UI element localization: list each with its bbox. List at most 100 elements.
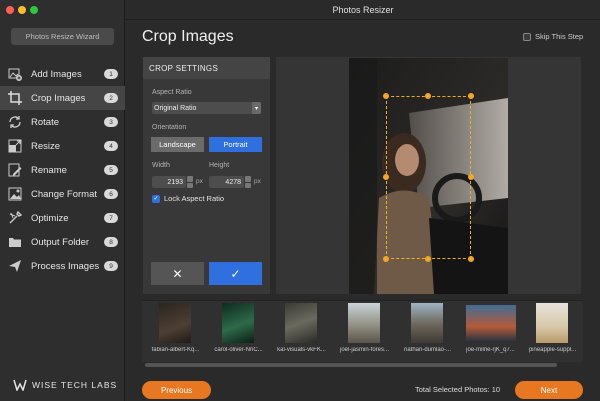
crop-selection-box[interactable] [386, 96, 471, 259]
chevron-down-icon: ▾ [252, 102, 261, 114]
previous-button[interactable]: Previous [142, 381, 211, 399]
sidebar-item-label: Add Images [31, 68, 82, 80]
total-selected-photos: Total Selected Photos: 10 [415, 385, 501, 394]
crop-handle-left[interactable] [383, 174, 389, 180]
thumbnail-item[interactable]: joe-milne-rjK_q7... [460, 303, 521, 357]
step-badge: 6 [104, 189, 118, 199]
thumbnail-caption: pineapple-suppl... [528, 347, 577, 353]
sidebar-item-change-format[interactable]: Change Format 6 [0, 182, 125, 206]
resize-icon [7, 138, 23, 154]
skip-step-toggle[interactable]: Skip This Step [523, 32, 583, 41]
rotate-icon [7, 114, 23, 130]
thumbnail-image [466, 305, 516, 341]
crop-handle-bottom-right[interactable] [468, 256, 474, 262]
thumbnail-item[interactable]: carol-oliver-NnC... [208, 303, 269, 357]
aspect-ratio-label: Aspect Ratio [152, 89, 192, 96]
step-badge: 3 [104, 117, 118, 127]
crop-handle-top-right[interactable] [468, 93, 474, 99]
thumbnail-image [159, 303, 191, 343]
crop-handle-top-left[interactable] [383, 93, 389, 99]
step-badge: 5 [104, 165, 118, 175]
sidebar-item-label: Change Format [31, 188, 98, 200]
crop-icon [7, 90, 23, 106]
height-label: Height [209, 162, 230, 169]
thumbnail-item[interactable]: kal-visuals-vkFK... [271, 303, 332, 357]
crop-handle-right[interactable] [468, 174, 474, 180]
thumbnail-image [285, 303, 317, 343]
thumbnail-image [348, 303, 380, 343]
skip-label: Skip This Step [535, 32, 584, 41]
height-unit: px [254, 178, 261, 185]
wizard-button[interactable]: Photos Resize Wizard [11, 28, 114, 45]
sidebar-item-label: Resize [31, 140, 61, 152]
thumbnail-scrollbar[interactable] [145, 363, 557, 367]
sidebar: Photos Resize Wizard Add Images 1 Crop I… [0, 0, 125, 401]
page-title: Crop Images [142, 28, 234, 45]
step-badge: 8 [104, 237, 118, 247]
sidebar-item-label: Crop Images [31, 92, 86, 104]
minimize-window-button[interactable] [18, 6, 26, 14]
thumbnail-item[interactable]: fabian-albert-Kq... [145, 303, 206, 357]
sidebar-item-output-folder[interactable]: Output Folder 8 [0, 230, 125, 254]
optimize-icon [7, 210, 23, 226]
width-label: Width [152, 162, 170, 169]
change-format-icon [7, 186, 23, 202]
company-logo: WISE TECH LABS [13, 379, 117, 391]
landscape-button[interactable]: Landscape [151, 137, 204, 152]
skip-checkbox[interactable] [523, 32, 531, 41]
sidebar-nav: Add Images 1 Crop Images 2 Rotate 3 Resi… [0, 62, 125, 278]
crop-handle-top[interactable] [425, 93, 431, 99]
rename-icon [7, 162, 23, 178]
window-controls [6, 6, 38, 14]
sidebar-item-label: Optimize [31, 212, 69, 224]
sidebar-item-resize[interactable]: Resize 4 [0, 134, 125, 158]
height-input[interactable]: 4278 [209, 176, 244, 188]
apply-crop-button[interactable]: ✓ [209, 262, 262, 285]
sidebar-item-label: Process Images [31, 260, 100, 272]
logo-text: WISE TECH LABS [32, 380, 118, 390]
sidebar-item-crop-images[interactable]: Crop Images 2 [0, 86, 125, 110]
orientation-label: Orientation [152, 124, 187, 131]
sidebar-item-label: Rotate [31, 116, 59, 128]
step-badge: 1 [104, 69, 118, 79]
sidebar-item-rotate[interactable]: Rotate 3 [0, 110, 125, 134]
thumbnail-item[interactable]: pineapple-suppl... [522, 303, 583, 357]
zoom-window-button[interactable] [30, 6, 38, 14]
step-badge: 4 [104, 141, 118, 151]
sidebar-item-label: Output Folder [31, 236, 90, 248]
close-icon: ✕ [172, 266, 183, 281]
sidebar-item-rename[interactable]: Rename 5 [0, 158, 125, 182]
sidebar-item-process-images[interactable]: Process Images 9 [0, 254, 125, 278]
width-input[interactable]: 2193 [152, 176, 186, 188]
sidebar-item-optimize[interactable]: Optimize 7 [0, 206, 125, 230]
thumbnail-caption: carol-oliver-NnC... [214, 347, 263, 353]
crop-handle-bottom-left[interactable] [383, 256, 389, 262]
next-button[interactable]: Next [515, 381, 583, 399]
crop-settings-header: CROP SETTINGS [143, 57, 270, 79]
thumbnail-caption: kal-visuals-vkFK... [277, 347, 326, 353]
height-stepper[interactable] [245, 176, 251, 188]
aspect-ratio-select[interactable]: Original Ratio ▾ [152, 102, 261, 114]
step-badge: 9 [104, 261, 118, 271]
lock-checkbox[interactable]: ✓ [152, 194, 160, 203]
thumbnail-caption: joel-jasmin-fores... [339, 347, 389, 353]
thumbnail-caption: fabian-albert-Kq... [151, 347, 200, 353]
thumbnail-item[interactable]: nathan-dumlao-... [397, 303, 458, 357]
add-images-icon [7, 66, 23, 82]
thumbnail-caption: joe-milne-rjK_q7... [466, 347, 515, 353]
sidebar-item-label: Rename [31, 164, 67, 176]
thumbnail-image [536, 303, 568, 343]
step-badge: 7 [104, 213, 118, 223]
thumbnail-item[interactable]: joel-jasmin-fores... [334, 303, 395, 357]
portrait-button[interactable]: Portrait [209, 137, 262, 152]
check-icon: ✓ [230, 266, 241, 281]
width-stepper[interactable] [187, 176, 193, 188]
lock-aspect-ratio[interactable]: ✓ Lock Aspect Ratio [152, 194, 224, 203]
cancel-crop-button[interactable]: ✕ [151, 262, 204, 285]
sidebar-item-add-images[interactable]: Add Images 1 [0, 62, 125, 86]
thumbnail-image [222, 303, 254, 343]
step-badge: 2 [104, 93, 118, 103]
close-window-button[interactable] [6, 6, 14, 14]
crop-handle-bottom[interactable] [425, 256, 431, 262]
window-title: Photos Resizer [126, 0, 600, 20]
